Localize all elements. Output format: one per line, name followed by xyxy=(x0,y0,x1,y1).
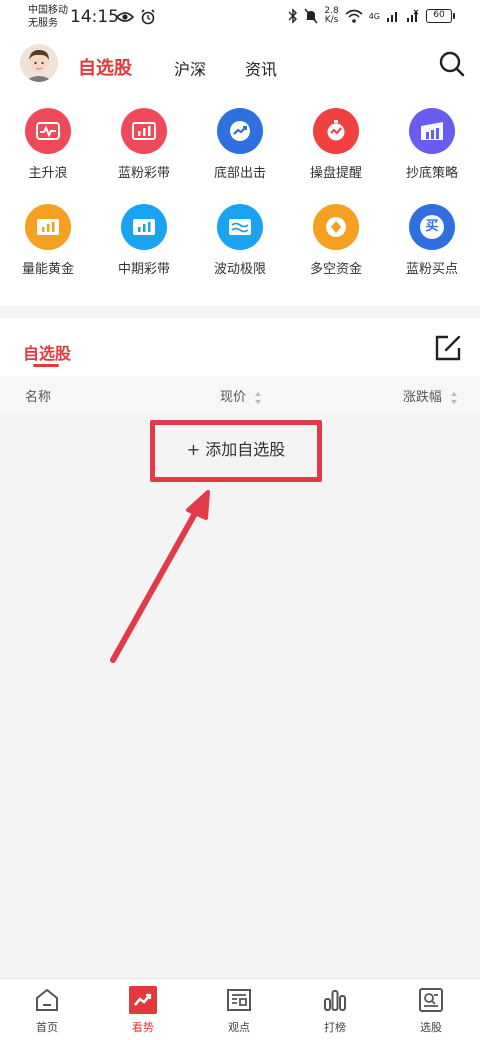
home-icon xyxy=(32,985,62,1015)
trend-up-icon xyxy=(230,121,250,141)
feature-icon-bg xyxy=(25,108,71,154)
carrier-info: 中国移动 无服务 xyxy=(28,4,68,30)
feature-label: 操盘提醒 xyxy=(309,166,362,181)
bar-chart-icon xyxy=(37,219,59,235)
net-speed-unit: K/s xyxy=(324,15,339,25)
mute-icon xyxy=(304,8,318,24)
nav-stock-picker[interactable]: 选股 xyxy=(401,985,461,1035)
clock: 14:15 xyxy=(70,7,119,27)
watchlist-column-header: 名称 现价 涨跌幅 xyxy=(0,376,480,412)
nav-ranking[interactable]: 打榜 xyxy=(305,985,365,1035)
stock-picker-icon xyxy=(416,985,446,1015)
bottom-navigation: 首页 看势 观点 打榜 选股 xyxy=(0,978,480,1040)
tab-watchlist[interactable]: 自选股 xyxy=(78,54,132,80)
pulse-icon xyxy=(36,122,60,140)
signal-icon xyxy=(387,12,397,22)
coin-icon xyxy=(326,217,346,237)
feature-icon-bg xyxy=(409,108,455,154)
nav-trend[interactable]: 看势 xyxy=(113,985,173,1035)
feature-label: 蓝粉彩带 xyxy=(117,166,170,181)
status-icons-left xyxy=(116,9,156,25)
add-watchlist-button[interactable]: + 添加自选股 xyxy=(150,420,322,482)
feature-item[interactable]: 蓝粉彩带 xyxy=(96,108,192,188)
column-price-label: 现价 xyxy=(220,390,247,405)
edit-icon[interactable] xyxy=(434,334,462,362)
battery-indicator: 60 xyxy=(426,9,455,23)
section-divider xyxy=(0,306,480,318)
feature-label: 中期彩带 xyxy=(117,262,170,277)
sort-icon xyxy=(451,391,457,404)
nav-label: 看势 xyxy=(132,1021,154,1034)
feature-icon-bg: 买 xyxy=(409,204,455,250)
feature-label: 蓝粉买点 xyxy=(405,262,458,277)
strategy-chart-icon xyxy=(421,122,443,140)
feature-item[interactable]: 买 蓝粉买点 xyxy=(384,204,480,284)
feature-item[interactable]: 抄底策略 xyxy=(384,108,480,188)
wifi-icon xyxy=(345,9,363,23)
top-header: 自选股 沪深 资讯 xyxy=(0,36,480,96)
eye-icon xyxy=(116,12,134,22)
feature-item[interactable]: 中期彩带 xyxy=(96,204,192,284)
feature-icon-bg xyxy=(25,204,71,250)
column-change[interactable]: 涨跌幅 xyxy=(403,386,458,405)
feature-item[interactable]: 多空资金 xyxy=(288,204,384,284)
nav-home[interactable]: 首页 xyxy=(17,985,77,1035)
carrier-status: 无服务 xyxy=(28,18,58,29)
bar-chart-icon xyxy=(132,122,156,140)
feature-item[interactable]: 主升浪 xyxy=(0,108,96,188)
column-name: 名称 xyxy=(25,390,52,405)
nav-label: 打榜 xyxy=(324,1021,346,1034)
feature-label: 抄底策略 xyxy=(405,166,458,181)
sort-icon xyxy=(255,391,262,404)
feature-item[interactable]: 底部出击 xyxy=(192,108,288,188)
feature-icon-bg xyxy=(121,204,167,250)
status-icons-right: 2.8 K/s 4G 60 xyxy=(288,7,455,25)
watchlist-title[interactable]: 自选股 xyxy=(23,340,71,364)
alarm-icon xyxy=(141,9,155,25)
nav-label: 选股 xyxy=(420,1021,442,1034)
wave-icon xyxy=(229,219,251,235)
feature-label: 波动极限 xyxy=(213,262,266,277)
feature-icon-bg xyxy=(217,108,263,154)
trend-icon xyxy=(128,985,158,1015)
avatar[interactable] xyxy=(20,44,58,82)
network-type: 4G xyxy=(368,11,380,21)
avatar-image xyxy=(20,44,58,82)
bluetooth-icon xyxy=(288,8,298,24)
tab-news[interactable]: 资讯 xyxy=(245,56,277,80)
carrier-name: 中国移动 xyxy=(28,5,68,16)
nav-label: 观点 xyxy=(228,1021,250,1034)
ranking-icon xyxy=(320,985,350,1015)
feature-item[interactable]: 量能黄金 xyxy=(0,204,96,284)
alarm-clock-icon xyxy=(327,120,345,141)
watchlist-tab-indicator xyxy=(33,364,59,367)
feature-icon-bg xyxy=(313,204,359,250)
feature-label: 多空资金 xyxy=(309,262,362,277)
net-speed: 2.8 K/s xyxy=(324,7,338,25)
feature-item[interactable]: 操盘提醒 xyxy=(288,108,384,188)
column-change-label: 涨跌幅 xyxy=(402,390,442,405)
search-icon[interactable] xyxy=(438,50,466,78)
bar-chart-icon xyxy=(133,219,155,235)
tab-market[interactable]: 沪深 xyxy=(174,56,206,80)
status-bar: 中国移动 无服务 14:15 2.8 K/s 4G 60 xyxy=(0,0,480,36)
feature-label: 量能黄金 xyxy=(21,262,74,277)
nav-opinion[interactable]: 观点 xyxy=(209,985,269,1035)
article-icon xyxy=(224,985,254,1015)
column-price[interactable]: 现价 xyxy=(220,386,262,405)
watchlist-empty-area xyxy=(0,412,480,978)
feature-icon-bg xyxy=(313,108,359,154)
buy-icon: 买 xyxy=(420,215,444,239)
feature-icon-bg xyxy=(121,108,167,154)
feature-icon-bg xyxy=(217,204,263,250)
feature-label: 底部出击 xyxy=(213,166,266,181)
nav-label: 首页 xyxy=(36,1021,58,1034)
no-signal-icon xyxy=(407,9,419,22)
feature-label: 主升浪 xyxy=(28,166,68,181)
feature-item[interactable]: 波动极限 xyxy=(192,204,288,284)
